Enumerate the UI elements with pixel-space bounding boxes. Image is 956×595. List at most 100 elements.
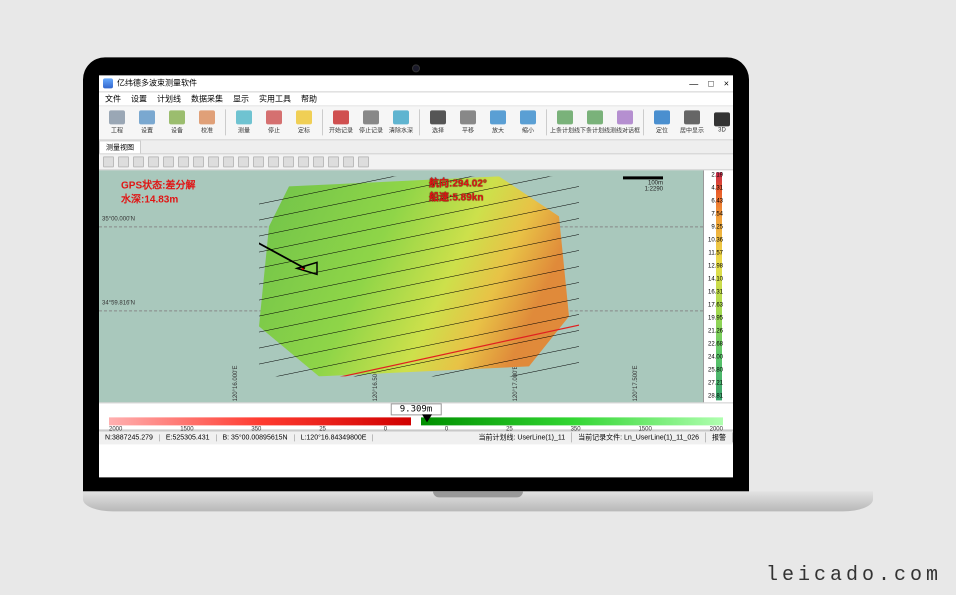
maximize-button[interactable]: □ [708,78,713,88]
close-button[interactable]: × [724,78,729,88]
colorbar-tick: 16.31 [705,289,723,295]
colorbar-tick: 4.31 [705,185,723,191]
colorbar-tick: 17.63 [705,302,723,308]
map-tool-13[interactable] [298,156,309,167]
toolbar-icon [460,110,476,124]
camera-icon [413,65,419,71]
status-alarm: 报警 [706,432,733,442]
toolbar-停止记录[interactable]: 停止记录 [357,107,385,137]
map-tool-8[interactable] [223,156,234,167]
toolbar-icon [714,112,730,126]
toolbar-icon [654,110,670,124]
slider-pointer-icon[interactable] [422,414,432,422]
toolbar-居中显示[interactable]: 居中显示 [678,107,706,137]
map-canvas[interactable]: 35°00.000'N 34°59.816'N 120°16.000'E 120… [99,170,703,402]
menu-计划线[interactable]: 计划线 [157,93,181,104]
toolbar-icon [587,110,603,124]
toolbar-icon [109,110,125,124]
map-tool-2[interactable] [133,156,144,167]
speed-readout: 船速:5.89kn [429,188,483,203]
slider-tick: 25 [319,426,326,432]
scale-bar: 100m 1:2290 [623,176,663,192]
toolbar-定位[interactable]: 定位 [648,107,676,137]
tab-survey-view[interactable]: 测量视图 [99,140,141,153]
menu-文件[interactable]: 文件 [105,93,121,104]
map-tool-4[interactable] [163,156,174,167]
toolbar-停止[interactable]: 停止 [260,107,288,137]
slider-reading: 9.309m [391,403,442,415]
status-easting: E:525305.431 [160,434,217,441]
toolbar-定标[interactable]: 定标 [290,107,318,137]
map-tool-11[interactable] [268,156,279,167]
colorbar-tick: 6.43 [705,198,723,204]
toolbar-缩小[interactable]: 缩小 [514,107,542,137]
screen-bezel: 亿纬德多波束测量软件 — □ × 文件设置计划线数据采集显示实用工具帮助 工程设… [83,57,749,491]
toolbar-下条计划线[interactable]: 下条计划线 [581,107,609,137]
map-tool-3[interactable] [148,156,159,167]
toolbar-放大[interactable]: 放大 [484,107,512,137]
status-lon: L:120°16.84349800E [295,434,374,441]
toolbar-校准[interactable]: 校准 [193,107,221,137]
slider-tick: 350 [571,426,581,432]
toolbar-平移[interactable]: 平移 [454,107,482,137]
app-icon [103,78,113,88]
map-tool-7[interactable] [208,156,219,167]
map-tool-1[interactable] [118,156,129,167]
toolbar-设备[interactable]: 设备 [163,107,191,137]
heading-readout: 航向:294.02° [429,174,487,189]
toolbar-icon [617,110,633,124]
toolbar-icon [296,110,312,124]
menu-数据采集[interactable]: 数据采集 [191,93,223,104]
status-lat: B: 35°00.00895615N [217,434,295,441]
minimize-button[interactable]: — [689,78,698,88]
colorbar-tick: 19.95 [705,315,723,321]
slider-tick: 1500 [638,426,651,432]
map-tool-5[interactable] [178,156,189,167]
menu-显示[interactable]: 显示 [233,93,249,104]
toolbar-设置[interactable]: 设置 [133,107,161,137]
bathymetry-surface [259,176,579,376]
toolbar-工程[interactable]: 工程 [103,107,131,137]
toolbar-3D[interactable]: 3D [708,107,733,137]
map-tool-14[interactable] [313,156,324,167]
colorbar-tick: 12.98 [705,263,723,269]
toolbar-测量[interactable]: 测量 [230,107,258,137]
lat-label: 35°00.000'N [101,216,136,222]
lat-label: 34°59.816'N [101,300,136,306]
statusbar: N:3887245.279 E:525305.431 B: 35°00.0089… [99,430,733,444]
lon-label: 120°17.500'E [633,365,639,401]
gps-status-readout: GPS状态:差分解 [121,176,195,191]
toolbar-选择[interactable]: 选择 [424,107,452,137]
map-tool-17[interactable] [358,156,369,167]
deviation-slider[interactable]: 9.309m 2000150035025002535015002000 [99,402,733,430]
colorbar-tick: 7.54 [705,211,723,217]
map-tool-15[interactable] [328,156,339,167]
toolbar-测线对话框[interactable]: 测线对话框 [611,107,639,137]
map-tool-12[interactable] [283,156,294,167]
toolbar-icon [430,110,446,124]
status-planline: 当前计划线: UserLine(1)_11 [473,432,573,442]
colorbar-tick: 14.10 [705,276,723,282]
map-tool-16[interactable] [343,156,354,167]
menu-帮助[interactable]: 帮助 [301,93,317,104]
map-tool-10[interactable] [253,156,264,167]
colorbar-tick: 28.81 [705,394,723,400]
slider-tick: 2000 [109,426,122,432]
toolbar-清除水深[interactable]: 清除水深 [387,107,415,137]
toolbar-icon [363,110,379,124]
menubar[interactable]: 文件设置计划线数据采集显示实用工具帮助 [99,92,733,106]
map-tool-9[interactable] [238,156,249,167]
menu-实用工具[interactable]: 实用工具 [259,93,291,104]
colorbar-tick: 11.57 [705,250,723,256]
toolbar-icon [520,110,536,124]
slider-tick: 2000 [710,426,723,432]
colorbar-tick: 2.19 [705,172,723,178]
depth-colorbar: 2.194.316.437.549.2510.3611.5712.9814.10… [703,170,733,402]
menu-设置[interactable]: 设置 [131,93,147,104]
toolbar-上条计划线[interactable]: 上条计划线 [551,107,579,137]
map-tool-0[interactable] [103,156,114,167]
toolbar-开始记录[interactable]: 开始记录 [327,107,355,137]
main-toolbar: 工程设置设备校准测量停止定标开始记录停止记录清除水深选择平移放大缩小上条计划线下… [99,106,733,140]
map-tool-6[interactable] [193,156,204,167]
watermark: leicado.com [766,564,942,587]
